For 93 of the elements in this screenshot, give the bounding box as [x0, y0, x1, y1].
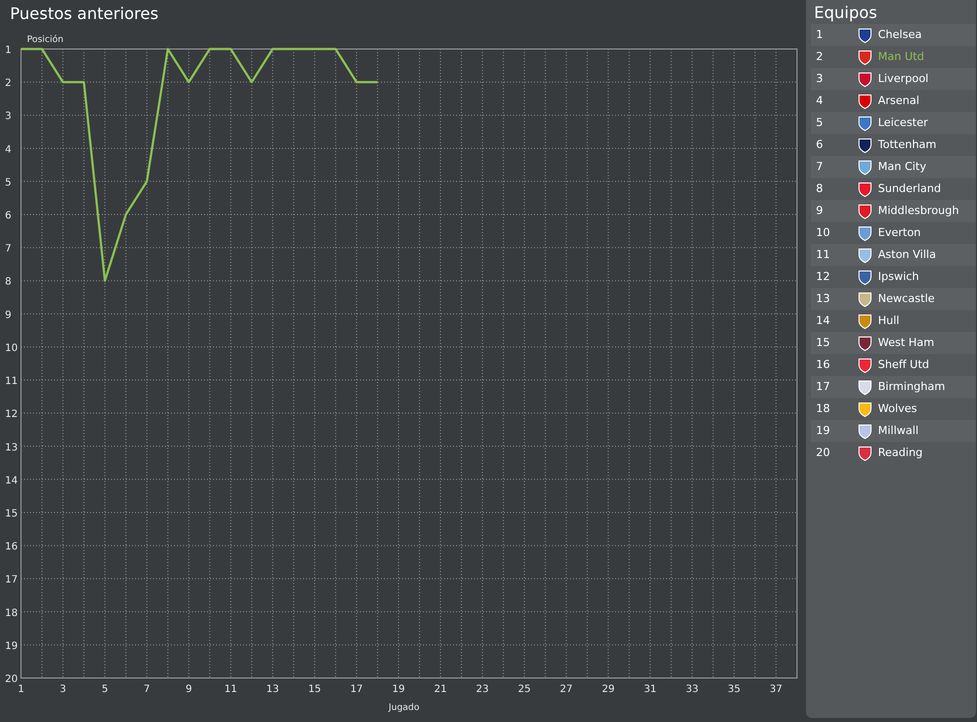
team-position: 1	[815, 26, 824, 43]
team-name: Everton	[878, 224, 921, 241]
team-row[interactable]: 17 Birmingham	[811, 376, 976, 398]
team-row[interactable]: 3 Liverpool	[811, 68, 976, 90]
team-row[interactable]: 15 West Ham	[811, 332, 976, 354]
team-position: 18	[815, 400, 831, 417]
team-position: 11	[815, 246, 831, 263]
x-tick-label: 3	[60, 684, 66, 695]
team-name: Hull	[878, 312, 900, 329]
x-tick-label: 19	[392, 684, 405, 695]
y-tick-label: 9	[5, 310, 12, 321]
y-tick-label: 2	[5, 78, 12, 90]
x-tick-label: 15	[308, 684, 321, 695]
team-row[interactable]: 7 Man City	[811, 156, 976, 178]
x-tick-label: 31	[644, 684, 657, 695]
team-position: 10	[815, 224, 831, 241]
panel-title: Equipos	[813, 2, 878, 24]
y-tick-label: 3	[5, 111, 12, 122]
y-tick-label: 12	[5, 409, 18, 420]
team-position: 6	[815, 136, 824, 153]
team-position: 12	[815, 268, 831, 285]
x-tick-label: 23	[476, 684, 489, 695]
team-name: Middlesbrough	[878, 202, 959, 219]
y-tick-label: 1	[5, 45, 12, 56]
x-tick-label: 17	[350, 684, 363, 695]
team-position: 17	[815, 378, 831, 395]
y-tick-label: 18	[5, 608, 18, 619]
x-tick-label: 5	[102, 684, 108, 695]
team-name: West Ham	[878, 334, 934, 351]
team-position: 14	[815, 312, 831, 329]
team-position: 7	[815, 158, 824, 175]
team-row[interactable]: 11 Aston Villa	[811, 244, 976, 266]
y-tick-label: 8	[5, 276, 12, 288]
team-name: Newcastle	[878, 290, 935, 307]
team-position: 2	[815, 48, 824, 65]
x-axis-label: Jugado	[388, 703, 420, 713]
team-row[interactable]: 19 Millwall	[811, 420, 976, 442]
x-tick-label: 29	[602, 684, 615, 695]
team-name: Sheff Utd	[878, 356, 930, 373]
team-position: 16	[815, 356, 831, 373]
team-position: 3	[815, 70, 824, 87]
team-name: Leicester	[878, 114, 928, 131]
x-tick-label: 35	[728, 684, 740, 695]
team-position: 20	[815, 444, 831, 461]
team-name: Arsenal	[878, 92, 920, 109]
x-tick-label: 37	[770, 684, 782, 695]
y-tick-label: 4	[5, 144, 12, 156]
y-tick-label: 15	[5, 508, 18, 520]
y-tick-label: 13	[5, 442, 18, 454]
team-position: 5	[815, 114, 824, 131]
team-position: 19	[815, 422, 831, 439]
team-position: 15	[815, 334, 831, 351]
team-name: Aston Villa	[878, 246, 936, 263]
team-row[interactable]: 13 Newcastle	[811, 288, 976, 310]
x-tick-label: 25	[518, 684, 531, 695]
team-name: Chelsea	[878, 26, 922, 43]
team-row[interactable]: 1 Chelsea	[811, 24, 976, 46]
y-tick-label: 11	[5, 376, 18, 388]
x-tick-label: 1	[18, 684, 24, 695]
y-tick-label: 17	[5, 574, 18, 586]
x-tick-label: 21	[434, 684, 447, 695]
team-row[interactable]: 5 Leicester	[811, 112, 976, 134]
team-name: Wolves	[878, 400, 918, 417]
x-tick-label: 27	[560, 684, 573, 695]
team-row[interactable]: 9 Middlesbrough	[811, 200, 976, 222]
team-position: 4	[815, 92, 824, 109]
y-tick-label: 6	[5, 210, 12, 222]
team-name: Sunderland	[878, 180, 941, 197]
y-tick-label: 7	[5, 244, 12, 255]
team-name: Man City	[878, 158, 926, 175]
team-position: 9	[815, 202, 824, 219]
team-name: Tottenham	[878, 136, 936, 153]
team-name: Reading	[878, 444, 923, 461]
x-tick-label: 9	[186, 684, 192, 695]
x-tick-label: 33	[686, 684, 698, 695]
y-axis-label: Posición	[27, 35, 64, 45]
x-tick-label: 11	[224, 684, 238, 695]
team-name: Millwall	[878, 422, 919, 439]
team-position: 13	[815, 290, 831, 307]
team-name: Liverpool	[878, 70, 928, 87]
y-tick-label: 5	[5, 177, 12, 188]
team-name: Birmingham	[878, 378, 946, 395]
team-name: Man Utd	[878, 48, 924, 65]
y-tick-label: 14	[5, 475, 18, 486]
y-tick-label: 10	[5, 342, 18, 354]
team-name: Ipswich	[878, 268, 920, 285]
y-tick-label: 19	[5, 640, 18, 652]
x-tick-label: 13	[266, 684, 280, 695]
y-tick-label: 16	[5, 542, 18, 553]
x-tick-label: 7	[144, 684, 150, 695]
team-position: 8	[815, 180, 824, 197]
y-tick-label: 20	[5, 674, 18, 685]
page-title: Puestos anteriores	[10, 3, 158, 25]
